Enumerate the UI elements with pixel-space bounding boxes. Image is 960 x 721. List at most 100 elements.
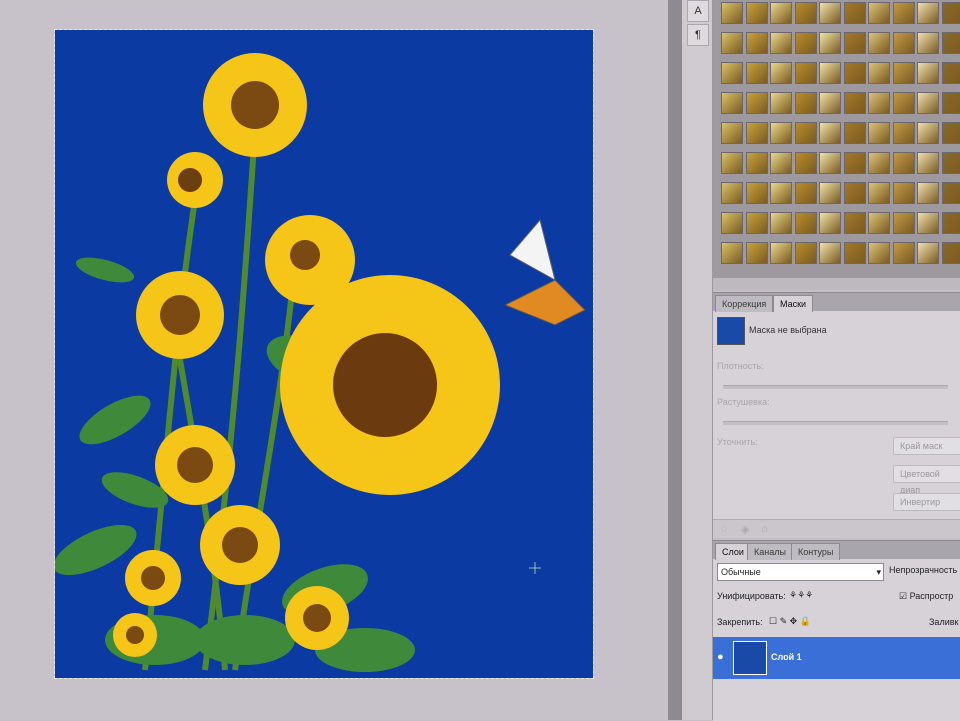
style-swatch[interactable] bbox=[844, 182, 866, 204]
style-swatch[interactable] bbox=[746, 92, 768, 114]
tab-masks[interactable]: Маски bbox=[773, 295, 813, 312]
style-swatch[interactable] bbox=[893, 62, 915, 84]
style-swatch[interactable] bbox=[746, 212, 768, 234]
style-swatch[interactable] bbox=[819, 32, 841, 54]
style-swatch[interactable] bbox=[917, 62, 939, 84]
style-swatch[interactable] bbox=[746, 32, 768, 54]
style-swatch[interactable] bbox=[942, 2, 960, 24]
style-swatch[interactable] bbox=[721, 32, 743, 54]
style-swatch[interactable] bbox=[942, 152, 960, 174]
tab-paths[interactable]: Контуры bbox=[791, 543, 840, 560]
character-tool-button[interactable]: A bbox=[687, 0, 709, 22]
paragraph-tool-button[interactable]: ¶ bbox=[687, 24, 709, 46]
style-swatch[interactable] bbox=[819, 62, 841, 84]
style-swatch[interactable] bbox=[868, 62, 890, 84]
style-swatch[interactable] bbox=[770, 152, 792, 174]
style-swatch[interactable] bbox=[819, 182, 841, 204]
style-swatch[interactable] bbox=[721, 92, 743, 114]
styles-scrollbar[interactable] bbox=[713, 278, 960, 290]
style-swatch[interactable] bbox=[942, 242, 960, 264]
style-swatch[interactable] bbox=[819, 212, 841, 234]
style-swatch[interactable] bbox=[819, 122, 841, 144]
style-swatch[interactable] bbox=[795, 122, 817, 144]
style-swatch[interactable] bbox=[844, 212, 866, 234]
style-swatch[interactable] bbox=[942, 32, 960, 54]
style-swatch[interactable] bbox=[893, 2, 915, 24]
mask-edge-button[interactable]: Край маск bbox=[893, 437, 960, 455]
style-swatch[interactable] bbox=[917, 32, 939, 54]
style-swatch[interactable] bbox=[770, 2, 792, 24]
style-swatch[interactable] bbox=[868, 242, 890, 264]
style-swatch[interactable] bbox=[844, 62, 866, 84]
style-swatch[interactable] bbox=[844, 122, 866, 144]
style-swatch[interactable] bbox=[721, 242, 743, 264]
style-swatch[interactable] bbox=[819, 242, 841, 264]
style-swatch[interactable] bbox=[770, 242, 792, 264]
style-swatch[interactable] bbox=[942, 122, 960, 144]
style-swatch[interactable] bbox=[721, 212, 743, 234]
style-swatch[interactable] bbox=[942, 92, 960, 114]
style-swatch[interactable] bbox=[917, 182, 939, 204]
layer-row[interactable]: ● Слой 1 bbox=[713, 637, 960, 679]
style-swatch[interactable] bbox=[795, 212, 817, 234]
style-swatch[interactable] bbox=[770, 122, 792, 144]
style-swatch[interactable] bbox=[893, 152, 915, 174]
style-swatch[interactable] bbox=[868, 122, 890, 144]
style-swatch[interactable] bbox=[893, 32, 915, 54]
style-swatch[interactable] bbox=[868, 92, 890, 114]
style-swatch[interactable] bbox=[844, 242, 866, 264]
style-swatch[interactable] bbox=[893, 182, 915, 204]
style-swatch[interactable] bbox=[770, 92, 792, 114]
style-swatch[interactable] bbox=[868, 2, 890, 24]
style-swatch[interactable] bbox=[746, 122, 768, 144]
trash-icon[interactable]: ⌂ bbox=[761, 523, 768, 535]
load-selection-icon[interactable]: ◌ bbox=[721, 523, 728, 535]
style-swatch[interactable] bbox=[844, 32, 866, 54]
panel-divider[interactable] bbox=[668, 0, 682, 720]
density-slider[interactable] bbox=[723, 385, 948, 389]
style-swatch[interactable] bbox=[721, 2, 743, 24]
style-swatch[interactable] bbox=[942, 62, 960, 84]
style-swatch[interactable] bbox=[868, 182, 890, 204]
style-swatch[interactable] bbox=[917, 212, 939, 234]
style-swatch[interactable] bbox=[942, 212, 960, 234]
style-swatch[interactable] bbox=[819, 2, 841, 24]
tab-adjustments[interactable]: Коррекция bbox=[715, 295, 773, 312]
feather-slider[interactable] bbox=[723, 421, 948, 425]
mask-thumbnail[interactable] bbox=[717, 317, 745, 345]
style-swatch[interactable] bbox=[942, 182, 960, 204]
style-swatch[interactable] bbox=[746, 152, 768, 174]
style-swatch[interactable] bbox=[844, 92, 866, 114]
style-swatch[interactable] bbox=[795, 32, 817, 54]
style-swatch[interactable] bbox=[819, 152, 841, 174]
style-swatch[interactable] bbox=[746, 62, 768, 84]
tab-layers[interactable]: Слои bbox=[715, 543, 751, 560]
lock-icons[interactable]: ☐ ✎ ✥ 🔒 bbox=[769, 616, 811, 627]
style-swatch[interactable] bbox=[917, 152, 939, 174]
style-swatch[interactable] bbox=[770, 32, 792, 54]
style-swatch[interactable] bbox=[795, 152, 817, 174]
unify-icons[interactable]: ⚘⚘⚘ bbox=[789, 590, 813, 601]
eye-icon[interactable]: ● bbox=[717, 651, 724, 663]
style-swatch[interactable] bbox=[917, 2, 939, 24]
style-swatch[interactable] bbox=[721, 152, 743, 174]
style-swatch[interactable] bbox=[917, 122, 939, 144]
style-swatch[interactable] bbox=[795, 242, 817, 264]
style-swatch[interactable] bbox=[746, 2, 768, 24]
style-swatch[interactable] bbox=[721, 182, 743, 204]
style-swatch[interactable] bbox=[868, 152, 890, 174]
blend-mode-select[interactable]: Обычные ▾ bbox=[717, 563, 884, 581]
style-swatch[interactable] bbox=[893, 242, 915, 264]
style-swatch[interactable] bbox=[917, 242, 939, 264]
apply-mask-icon[interactable]: ◈ bbox=[741, 523, 749, 536]
invert-button[interactable]: Инвертир bbox=[893, 493, 960, 511]
style-swatch[interactable] bbox=[844, 152, 866, 174]
style-swatch[interactable] bbox=[868, 32, 890, 54]
style-swatch[interactable] bbox=[746, 182, 768, 204]
style-swatch[interactable] bbox=[917, 92, 939, 114]
style-swatch[interactable] bbox=[795, 182, 817, 204]
style-swatch[interactable] bbox=[770, 62, 792, 84]
style-swatch[interactable] bbox=[844, 2, 866, 24]
style-swatch[interactable] bbox=[893, 122, 915, 144]
style-swatch[interactable] bbox=[721, 62, 743, 84]
